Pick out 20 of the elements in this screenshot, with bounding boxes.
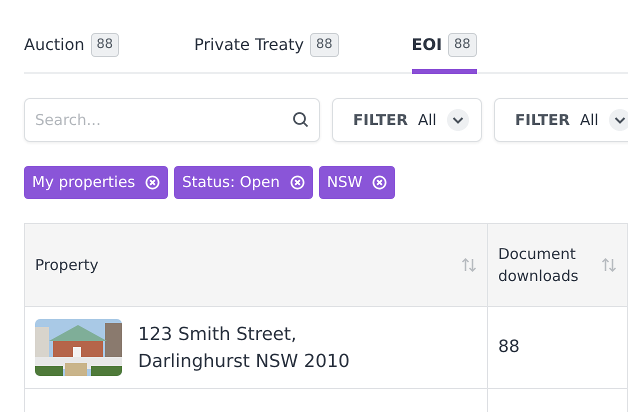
tab[interactable]: EOI 88	[412, 33, 477, 74]
filter-chip[interactable]: Status: Open	[174, 166, 313, 199]
search-field[interactable]: Search...	[24, 98, 320, 142]
filter-label: FILTER	[353, 110, 408, 131]
count-badge: 88	[90, 33, 120, 57]
column-header: Property	[35, 254, 98, 276]
download-count: 88	[498, 336, 520, 357]
tab[interactable]: Auction 88	[24, 33, 120, 74]
filter-dropdown[interactable]: FILTER All	[332, 98, 482, 142]
column-header: Document downloads	[498, 244, 580, 287]
filter-chip[interactable]: NSW	[318, 166, 396, 199]
filter-value: All	[580, 110, 599, 131]
filter-dropdown[interactable]: FILTER All	[494, 98, 628, 142]
count-badge: 88	[310, 33, 339, 57]
filter-label: FILTER	[515, 110, 570, 131]
count-badge: 88	[448, 33, 477, 57]
filter-chip[interactable]: My properties	[24, 166, 168, 199]
filter-value: All	[418, 110, 437, 131]
tab[interactable]: Private Treaty 88	[194, 33, 339, 74]
property-address: 123 Smith Street, Darlinghurst NSW 2010	[138, 322, 350, 374]
